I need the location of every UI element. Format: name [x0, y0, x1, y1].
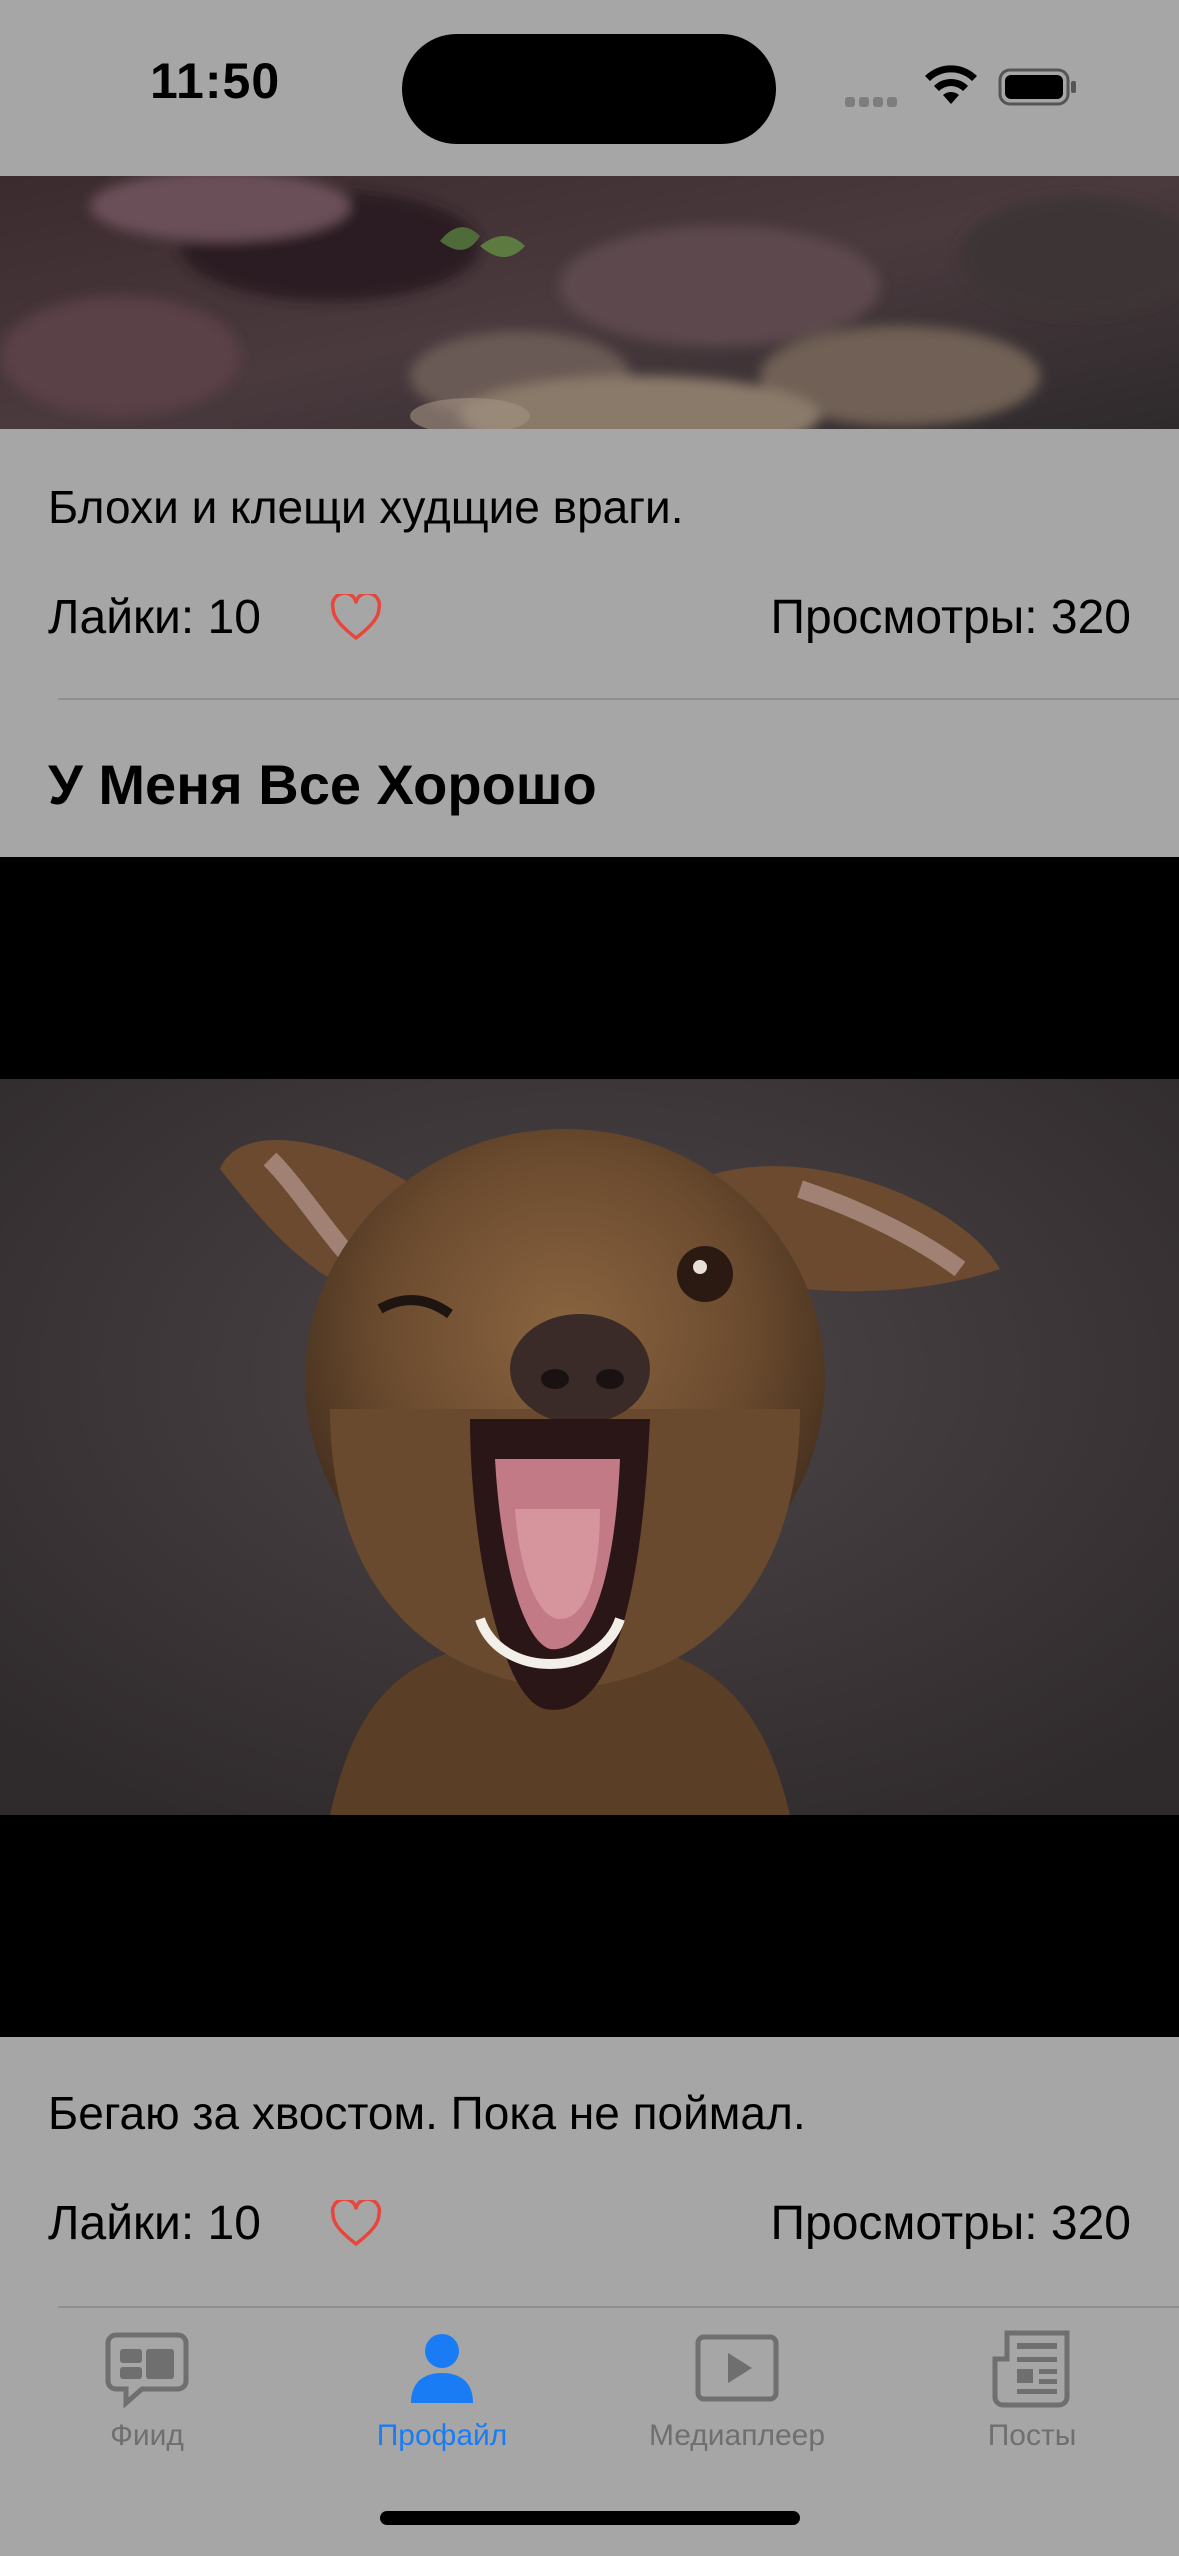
status-bar: 11:50	[0, 0, 1179, 176]
tab-media-player[interactable]: Медиаплеер	[590, 2329, 884, 2453]
views-count: Просмотры: 320	[770, 591, 1131, 644]
profile-icon	[411, 2334, 473, 2403]
wifi-icon	[925, 65, 977, 104]
heart-icon[interactable]	[330, 2200, 382, 2248]
dynamic-island	[402, 34, 776, 144]
post-image-container	[0, 857, 1179, 2037]
tab-label: Посты	[987, 2419, 1077, 2452]
battery-icon	[998, 68, 1076, 106]
heart-icon[interactable]	[330, 594, 382, 642]
post-image-dog	[0, 1079, 1179, 1815]
likes-count: Лайки: 10	[48, 2197, 261, 2250]
post-image-leaves	[0, 176, 1179, 429]
likes-count: Лайки: 10	[48, 591, 261, 644]
media-player-icon	[695, 2334, 779, 2402]
tab-label: Фиид	[110, 2419, 184, 2452]
post-divider	[58, 698, 1179, 700]
tab-label: Медиаплеер	[648, 2419, 826, 2452]
status-time: 11:50	[150, 53, 281, 109]
post-title: У Меня Все Хорошо	[48, 753, 597, 816]
cellular-signal-icon	[845, 94, 901, 112]
tab-profile[interactable]: Профайл	[295, 2329, 589, 2453]
tab-label: Профайл	[376, 2419, 508, 2452]
posts-icon	[992, 2330, 1070, 2408]
post-divider	[58, 2306, 1179, 2308]
post-description: Блохи и клещи худщие враги.	[48, 481, 684, 533]
feed-icon	[105, 2332, 189, 2409]
post-description: Бегаю за хвостом. Пока не поймал.	[48, 2087, 806, 2139]
tab-posts[interactable]: Посты	[885, 2329, 1179, 2453]
home-indicator	[380, 2511, 800, 2525]
tab-feed[interactable]: Фиид	[0, 2329, 294, 2453]
views-count: Просмотры: 320	[770, 2197, 1131, 2250]
